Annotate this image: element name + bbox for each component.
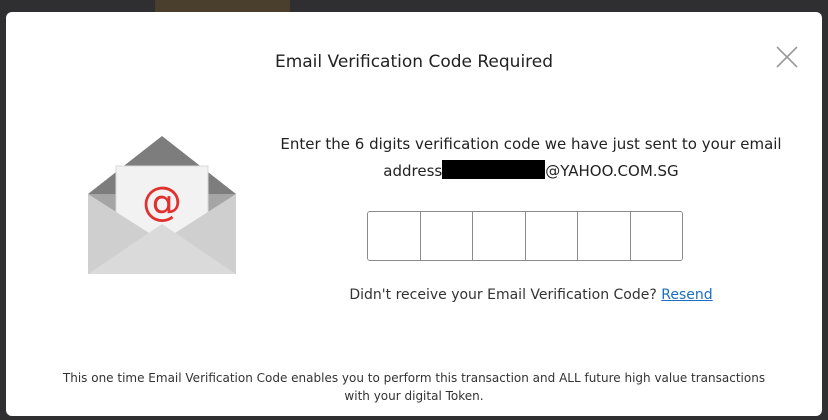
address-label: address: [383, 162, 443, 180]
code-digit-2[interactable]: [420, 212, 473, 260]
code-digit-5[interactable]: [578, 212, 631, 260]
dialog-title: Email Verification Code Required: [274, 52, 554, 72]
redacted-email-block: [442, 160, 546, 179]
footer-line-1: This one time Email Verification Code en…: [62, 371, 766, 385]
svg-text:@: @: [142, 179, 182, 225]
instruction-text: Enter the 6 digits verification code we …: [280, 135, 782, 153]
close-button[interactable]: [774, 44, 800, 70]
verification-dialog: Email Verification Code Required @ Enter…: [6, 12, 822, 416]
resend-question: Didn't receive your Email Verification C…: [349, 287, 657, 303]
code-digit-1[interactable]: [368, 212, 421, 260]
footer-line-2: with your digital Token.: [344, 389, 484, 403]
verification-code-input-group: [367, 211, 683, 261]
instruction-email-line: address @YAHOO.COM.SG: [266, 160, 796, 180]
footer-note: This one time Email Verification Code en…: [46, 369, 782, 405]
resend-link[interactable]: Resend: [661, 287, 712, 303]
resend-row: Didn't receive your Email Verification C…: [266, 287, 796, 303]
code-digit-3[interactable]: [473, 212, 526, 260]
code-digit-4[interactable]: [525, 212, 578, 260]
close-icon: [776, 46, 798, 68]
email-domain: @YAHOO.COM.SG: [545, 162, 679, 180]
code-digit-6[interactable]: [630, 212, 682, 260]
envelope-email-icon: @: [84, 136, 240, 276]
